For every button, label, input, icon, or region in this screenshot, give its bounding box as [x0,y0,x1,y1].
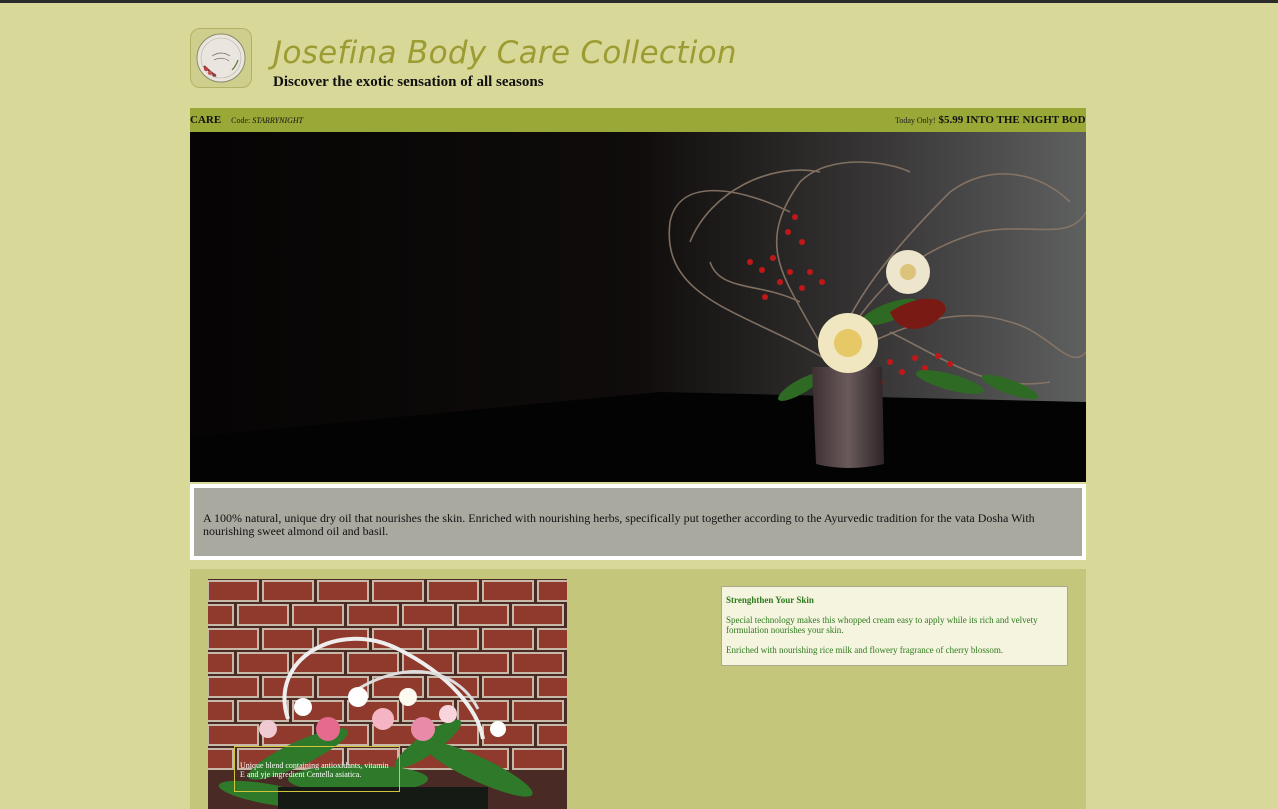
ticker-code-value: STARRYNIGHT [252,115,304,125]
ticker-code-label: Code: [231,115,251,125]
site-tagline: Discover the exotic sensation of all sea… [273,74,544,90]
feature-photo: Unique blend containing antioxidants, vi… [208,579,567,809]
description-box: A 100% natural, unique dry oil that nour… [190,484,1086,560]
info-card-title: Strenghthen Your Skin [726,595,814,605]
site-header: Josefina Body Care Collection Discover t… [190,3,1086,107]
logo-image [196,33,246,83]
feature-section: Unique blend containing antioxidants, vi… [190,569,1086,809]
hero-image [190,132,1086,482]
hero-flower-arrangement [190,132,1086,482]
ticker-today-label: Today Only! [895,115,936,125]
info-card: Strenghthen Your Skin Special technology… [721,586,1068,666]
site-title: Josefina Body Care Collection [273,35,737,71]
ticker-left-group: CARE Code: STARRYNIGHT [190,108,303,132]
ticker-deal-text: $5.99 INTO THE NIGHT BODY CARE [938,114,1086,126]
ticker-right-group: Today Only! $5.99 INTO THE NIGHT BODY CA… [895,108,1086,132]
description-text: A 100% natural, unique dry oil that nour… [194,488,1082,556]
ticker-promo-text: CARE [190,114,222,126]
photo-caption: Unique blend containing antioxidants, vi… [234,746,400,792]
page-container: Josefina Body Care Collection Discover t… [190,3,1086,809]
logo[interactable] [190,28,252,88]
promo-ticker[interactable]: CARE Code: STARRYNIGHT Today Only! $5.99… [190,108,1086,132]
info-card-paragraph-1: Special technology makes this whopped cr… [726,615,1038,635]
info-card-paragraph-2: Enriched with nourishing rice milk and f… [726,645,1004,655]
